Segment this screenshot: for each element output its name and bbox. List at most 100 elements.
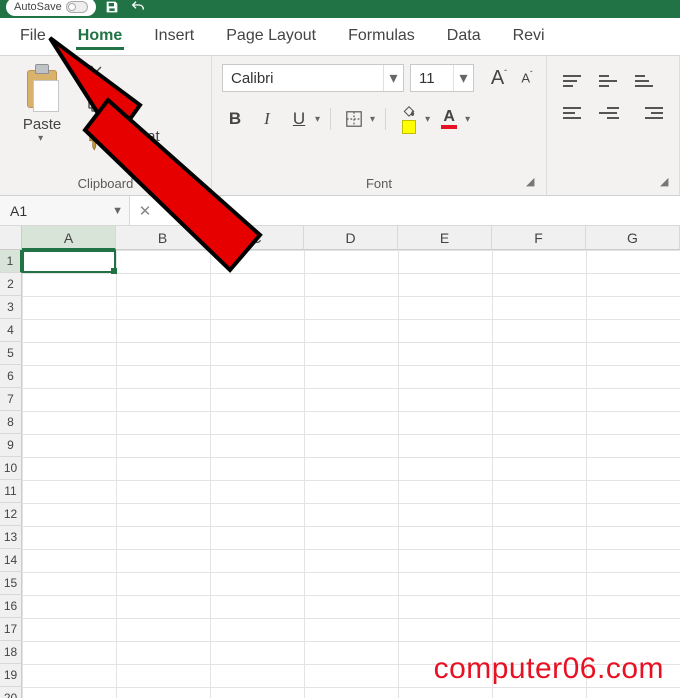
paste-icon [21,64,63,112]
tab-file[interactable]: File [18,21,48,55]
format-painter-label: Format Painter [112,128,201,162]
cancel-formula-button[interactable]: ✕ [130,202,160,220]
row-header-17[interactable]: 17 [0,618,22,641]
align-top-button[interactable] [563,68,591,94]
name-box-value: A1 [10,203,27,219]
select-all-corner[interactable] [0,226,22,250]
row-header-4[interactable]: 4 [0,319,22,342]
quick-access-toolbar: AutoSave [0,0,148,16]
fill-color-button[interactable] [396,106,422,132]
chevron-down-icon[interactable]: ▾ [315,114,320,125]
column-headers: A B C D E F G [22,226,680,250]
row-header-9[interactable]: 9 [0,434,22,457]
font-color-icon: A [441,109,457,129]
row-header-3[interactable]: 3 [0,296,22,319]
chevron-down-icon: ▾ [125,102,130,113]
align-bottom-button[interactable] [635,68,663,94]
group-clipboard: Paste ▾ y ▾ [0,56,212,195]
chevron-down-icon[interactable]: ▾ [383,65,403,91]
tab-insert[interactable]: Insert [152,21,196,55]
toggle-off-icon [66,1,88,13]
paste-button[interactable]: Paste ▾ [10,64,74,144]
copy-label: y [112,99,120,116]
align-center-button[interactable] [599,100,627,126]
autosave-toggle[interactable]: AutoSave [6,0,96,16]
align-middle-button[interactable] [599,68,627,94]
font-name-combo[interactable]: ▾ [222,64,404,92]
font-size-combo[interactable]: ▾ [410,64,474,92]
col-header-g[interactable]: G [586,226,680,250]
worksheet[interactable]: A B C D E F G 1 2 3 4 5 6 7 8 9 10 11 12… [0,226,680,698]
chevron-down-icon[interactable]: ▾ [453,65,473,91]
fill-handle[interactable] [111,268,117,274]
separator [385,108,386,130]
row-header-11[interactable]: 11 [0,480,22,503]
autosave-label: AutoSave [14,1,62,13]
font-name-input[interactable] [223,65,383,91]
tab-page-layout[interactable]: Page Layout [224,21,318,55]
font-color-button[interactable]: A [436,106,462,132]
col-header-d[interactable]: D [304,226,398,250]
dialog-launcher-icon[interactable]: ◢ [660,175,674,189]
col-header-e[interactable]: E [398,226,492,250]
underline-button[interactable]: U [286,106,312,132]
row-header-13[interactable]: 13 [0,526,22,549]
col-header-a[interactable]: A [22,226,116,250]
cut-button[interactable] [86,64,201,86]
row-header-20[interactable]: 20 [0,687,22,698]
row-header-16[interactable]: 16 [0,595,22,618]
row-header-7[interactable]: 7 [0,388,22,411]
row-headers: 1 2 3 4 5 6 7 8 9 10 11 12 13 14 15 16 1… [0,250,22,698]
row-header-10[interactable]: 10 [0,457,22,480]
row-header-8[interactable]: 8 [0,411,22,434]
bold-button[interactable]: B [222,106,248,132]
row-header-15[interactable]: 15 [0,572,22,595]
name-box[interactable]: A1 ▼ [0,196,130,225]
scissors-icon [86,64,104,86]
chevron-down-icon[interactable]: ▾ [465,114,470,125]
formula-input[interactable] [221,196,680,225]
tab-home[interactable]: Home [76,21,124,55]
title-bar: AutoSave [0,0,680,18]
col-header-c[interactable]: C [210,226,304,250]
grow-font-button[interactable]: Aˆ [486,65,512,91]
fx-label: fx [200,202,211,219]
separator [330,108,331,130]
align-right-button[interactable] [635,100,663,126]
active-cell[interactable] [22,250,116,273]
chevron-down-icon[interactable]: ▼ [112,205,123,217]
borders-button[interactable] [341,106,367,132]
col-header-f[interactable]: F [492,226,586,250]
cell-grid[interactable] [22,250,680,698]
row-header-12[interactable]: 12 [0,503,22,526]
group-font: ▾ ▾ Aˆ Aˇ B I U ▾ ▾ [212,56,547,195]
group-label-clipboard: Clipboard [10,172,201,191]
italic-button[interactable]: I [254,106,280,132]
row-header-1[interactable]: 1 [0,250,22,273]
fx-button[interactable]: fx [190,202,220,219]
tab-review[interactable]: Revi [511,21,547,55]
chevron-down-icon[interactable]: ▾ [370,114,375,125]
font-size-input[interactable] [411,65,453,91]
shrink-font-button[interactable]: Aˇ [514,65,540,91]
chevron-down-icon[interactable]: ▾ [425,114,430,125]
row-header-19[interactable]: 19 [0,664,22,687]
dialog-launcher-icon[interactable]: ◢ [526,175,540,189]
row-header-18[interactable]: 18 [0,641,22,664]
tab-data[interactable]: Data [445,21,483,55]
row-header-6[interactable]: 6 [0,365,22,388]
undo-icon[interactable] [128,0,148,16]
format-painter-button[interactable]: Format Painter [86,128,201,162]
row-header-2[interactable]: 2 [0,273,22,296]
group-label-alignment [557,187,669,191]
align-left-button[interactable] [563,100,591,126]
row-header-5[interactable]: 5 [0,342,22,365]
copy-icon [86,96,104,118]
copy-button[interactable]: y ▾ [86,96,201,118]
col-header-b[interactable]: B [116,226,210,250]
enter-formula-button[interactable]: ✓ [160,202,190,220]
row-header-14[interactable]: 14 [0,549,22,572]
ribbon: Paste ▾ y ▾ [0,56,680,196]
tab-formulas[interactable]: Formulas [346,21,417,55]
save-icon[interactable] [102,0,122,16]
